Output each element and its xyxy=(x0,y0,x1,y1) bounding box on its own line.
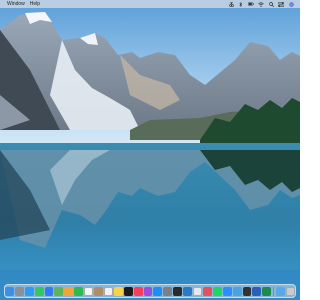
wifi-icon[interactable] xyxy=(258,1,264,7)
mail-icon[interactable] xyxy=(44,286,54,296)
word-icon[interactable] xyxy=(252,286,262,296)
dock xyxy=(4,284,296,298)
search-icon[interactable] xyxy=(268,1,274,7)
preview-icon[interactable] xyxy=(232,286,242,296)
safari-icon[interactable] xyxy=(24,286,34,296)
podcasts-icon[interactable] xyxy=(143,286,153,296)
finder-icon[interactable] xyxy=(5,286,14,296)
scissors-icon[interactable] xyxy=(228,1,234,7)
system-preferences-icon[interactable] xyxy=(163,286,173,296)
launchpad-icon[interactable] xyxy=(14,286,24,296)
trash-icon[interactable] xyxy=(286,286,295,296)
calendar-icon[interactable] xyxy=(84,286,94,296)
dock-separator xyxy=(273,286,275,296)
notes-icon[interactable] xyxy=(113,286,123,296)
facetime-icon[interactable] xyxy=(74,286,84,296)
slack-icon[interactable] xyxy=(202,286,212,296)
menu-help[interactable]: Help xyxy=(30,0,40,8)
tv-icon[interactable] xyxy=(123,286,133,296)
app-store-icon[interactable] xyxy=(153,286,163,296)
spotify-icon[interactable] xyxy=(212,286,222,296)
music-icon[interactable] xyxy=(133,286,143,296)
siri-icon[interactable] xyxy=(288,1,294,7)
downloads-folder-icon[interactable] xyxy=(276,286,286,296)
maps-icon[interactable] xyxy=(54,286,64,296)
reminders-icon[interactable] xyxy=(103,286,113,296)
photos-icon[interactable] xyxy=(64,286,74,296)
menu-window[interactable]: Window xyxy=(7,0,25,8)
control-center-icon[interactable] xyxy=(278,1,284,7)
terminal-icon[interactable] xyxy=(173,286,183,296)
messages-icon[interactable] xyxy=(34,286,44,296)
zoom-icon[interactable] xyxy=(222,286,232,296)
status-area xyxy=(228,0,294,8)
battery-icon[interactable] xyxy=(248,2,254,7)
chrome-icon[interactable] xyxy=(193,286,202,296)
vscode-icon[interactable] xyxy=(183,286,193,296)
menu-bar: Window Help xyxy=(0,0,300,8)
excel-icon[interactable] xyxy=(262,286,272,296)
activity-monitor-icon[interactable] xyxy=(242,286,252,296)
contacts-icon[interactable] xyxy=(94,286,103,296)
desktop-wallpaper xyxy=(0,0,300,300)
bluetooth-icon[interactable] xyxy=(238,1,244,7)
